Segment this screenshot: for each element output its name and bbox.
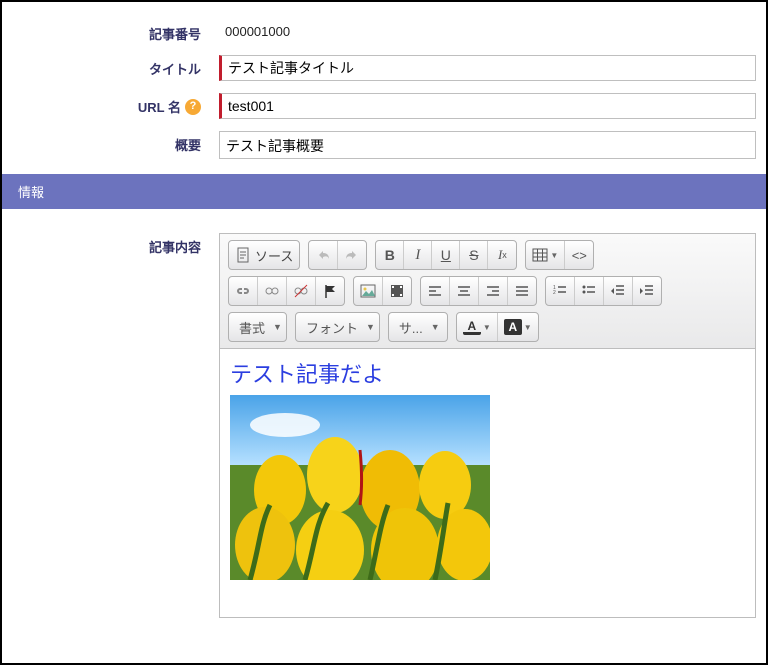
article-number-row: 記事番号 000001000 xyxy=(2,14,766,49)
outdent-icon xyxy=(610,283,626,299)
text-color-button[interactable]: A▼ xyxy=(457,313,498,341)
summary-input[interactable]: テスト記事概要 xyxy=(219,131,756,159)
underline-button[interactable]: U xyxy=(432,241,460,269)
font-combo[interactable]: フォント▼ xyxy=(295,312,380,342)
image-button[interactable] xyxy=(354,277,383,305)
outdent-button[interactable] xyxy=(604,277,633,305)
clear-format-button[interactable]: Ix xyxy=(488,241,516,269)
flag-icon xyxy=(322,283,338,299)
editor-content-area[interactable]: テスト記事だよ xyxy=(219,348,756,618)
content-row: 記事内容 ソース B I U S Ix xyxy=(2,227,766,624)
document-icon xyxy=(235,247,251,263)
table-button[interactable]: ▼ xyxy=(526,241,565,269)
url-name-row: URL 名 ? xyxy=(2,87,766,125)
section-header-info: 情報 xyxy=(2,174,766,209)
undo-icon xyxy=(315,247,331,263)
svg-text:2: 2 xyxy=(553,290,556,296)
bold-button[interactable]: B xyxy=(376,241,404,269)
chevron-down-icon: ▼ xyxy=(366,322,375,332)
undo-button[interactable] xyxy=(309,241,338,269)
ul-button[interactable] xyxy=(575,277,604,305)
article-number-label: 記事番号 xyxy=(2,20,207,43)
media-button[interactable] xyxy=(383,277,411,305)
image-icon xyxy=(360,283,376,299)
help-icon[interactable]: ? xyxy=(185,99,201,115)
content-label: 記事内容 xyxy=(2,233,207,256)
align-justify-button[interactable] xyxy=(508,277,536,305)
indent-icon xyxy=(639,283,655,299)
title-row: タイトル xyxy=(2,49,766,87)
redo-button[interactable] xyxy=(338,241,366,269)
summary-label: 概要 xyxy=(2,131,207,154)
align-right-button[interactable] xyxy=(479,277,508,305)
format-combo[interactable]: 書式▼ xyxy=(228,312,287,342)
chevron-down-icon: ▼ xyxy=(431,322,440,332)
unlink-button[interactable] xyxy=(287,277,316,305)
redo-icon xyxy=(344,247,360,263)
source-button[interactable]: ソース xyxy=(229,241,299,269)
url-name-label: URL 名 xyxy=(138,97,181,116)
editor-toolbar: ソース B I U S Ix ▼ <> xyxy=(219,233,756,348)
link-icon xyxy=(235,283,251,299)
film-icon xyxy=(389,283,405,299)
chain-icon xyxy=(264,283,280,299)
align-justify-icon xyxy=(514,283,530,299)
bg-color-button[interactable]: A▼ xyxy=(498,313,538,341)
italic-button[interactable]: I xyxy=(404,241,432,269)
embedded-image[interactable] xyxy=(230,395,490,580)
align-left-button[interactable] xyxy=(421,277,450,305)
ordered-list-icon: 12 xyxy=(552,283,568,299)
unordered-list-icon xyxy=(581,283,597,299)
align-center-button[interactable] xyxy=(450,277,479,305)
summary-row: 概要 テスト記事概要 xyxy=(2,125,766,168)
link-tool-1[interactable] xyxy=(229,277,258,305)
align-left-icon xyxy=(427,283,443,299)
anchor-button[interactable] xyxy=(316,277,344,305)
url-name-input[interactable] xyxy=(219,93,756,119)
chevron-down-icon: ▼ xyxy=(273,322,282,332)
title-input[interactable] xyxy=(219,55,756,81)
align-center-icon xyxy=(456,283,472,299)
link-tool-2[interactable] xyxy=(258,277,287,305)
content-heading: テスト記事だよ xyxy=(230,357,745,389)
ol-button[interactable]: 12 xyxy=(546,277,575,305)
strike-button[interactable]: S xyxy=(460,241,488,269)
article-number-value: 000001000 xyxy=(219,20,296,43)
codeblock-button[interactable]: <> xyxy=(565,241,593,269)
title-label: タイトル xyxy=(2,55,207,78)
align-right-icon xyxy=(485,283,501,299)
table-icon xyxy=(532,247,548,263)
indent-button[interactable] xyxy=(633,277,661,305)
unlink-icon xyxy=(293,283,309,299)
size-combo[interactable]: サ...▼ xyxy=(388,312,448,342)
